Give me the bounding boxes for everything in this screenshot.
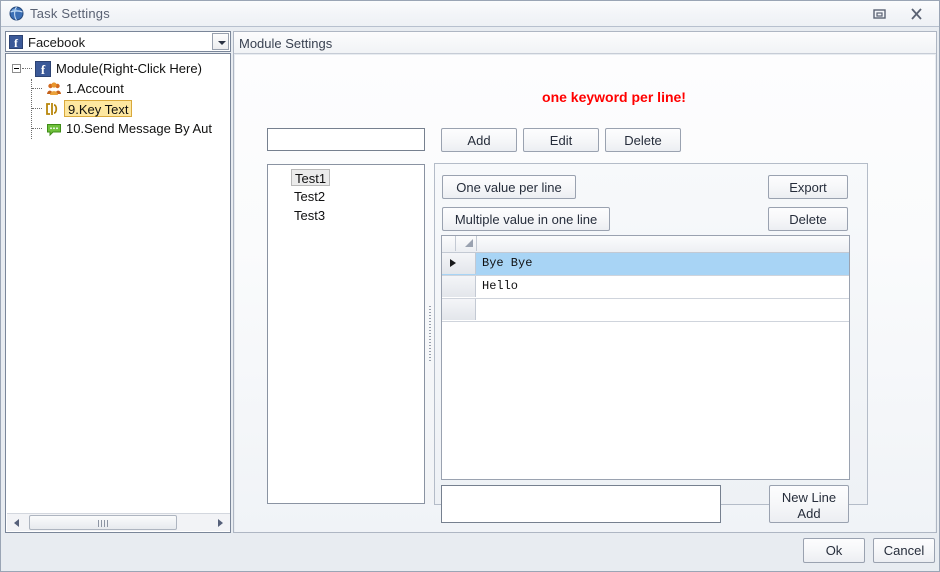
list-item[interactable]: Test1: [291, 169, 330, 186]
title-bar: Task Settings: [1, 1, 939, 27]
tree-item-module[interactable]: f Module(Right-Click Here): [6, 59, 230, 79]
export-button[interactable]: Export: [768, 175, 848, 199]
splitter-handle[interactable]: [425, 164, 434, 504]
scrollbar-thumb[interactable]: [29, 515, 177, 530]
dialog-footer: Ok Cancel: [1, 533, 939, 571]
collapse-icon[interactable]: [12, 64, 21, 73]
keyword-notice-text: one keyword per line!: [542, 89, 686, 105]
module-settings-title: Module Settings: [239, 36, 332, 51]
restore-icon[interactable]: [871, 6, 888, 22]
row-indicator-icon: [442, 253, 476, 274]
tree-connector: [32, 88, 42, 90]
facebook-icon: f: [9, 35, 23, 49]
right-pane: Module Settings one keyword per line! Ad…: [233, 31, 937, 533]
tree-horizontal-scrollbar[interactable]: [7, 513, 231, 531]
row-header: [442, 299, 476, 320]
row-header: [442, 276, 476, 297]
module-tree[interactable]: f Module(Right-Click Here): [5, 53, 231, 533]
list-item[interactable]: Test2: [294, 188, 325, 205]
cancel-button[interactable]: Cancel: [873, 538, 935, 563]
table-row[interactable]: [442, 299, 849, 322]
grid-header-row: [442, 236, 849, 253]
tree-item-label: 1.Account: [66, 79, 124, 99]
edit-button[interactable]: Edit: [523, 128, 599, 152]
triangle-right-icon[interactable]: [212, 514, 229, 531]
keyword-group-list[interactable]: Test1 Test2 Test3: [267, 164, 425, 504]
new-line-add-label-line1: New Line: [782, 490, 836, 505]
tree-item-send-message[interactable]: 10.Send Message By Aut: [6, 119, 230, 139]
list-item[interactable]: Test3: [294, 207, 325, 224]
delete-button[interactable]: Delete: [605, 128, 681, 152]
platform-combobox-value: Facebook: [28, 35, 85, 50]
new-line-add-label-line2: Add: [797, 506, 820, 521]
platform-combobox[interactable]: f Facebook: [5, 31, 231, 52]
cell-value: Bye Bye: [482, 255, 532, 272]
module-settings-content: one keyword per line! Add Edit Delete Te…: [235, 55, 935, 532]
tree-item-label: 10.Send Message By Aut: [66, 119, 212, 139]
table-row[interactable]: Hello: [442, 276, 849, 299]
select-all-icon[interactable]: [456, 236, 477, 251]
tree-item-label: 9.Key Text: [64, 100, 132, 117]
triangle-left-icon[interactable]: [9, 514, 26, 531]
multiple-value-in-one-line-button[interactable]: Multiple value in one line: [442, 207, 610, 231]
new-line-input[interactable]: [441, 485, 721, 523]
delete-value-button[interactable]: Delete: [768, 207, 848, 231]
new-line-add-button[interactable]: New Line Add: [769, 485, 849, 523]
window-title: Task Settings: [30, 6, 110, 21]
message-icon: [46, 121, 62, 137]
key-text-icon: [44, 101, 60, 117]
tree-item-account[interactable]: 1.Account: [6, 79, 230, 99]
cell-value: Hello: [482, 278, 518, 295]
keyword-notice: one keyword per line!: [235, 89, 935, 105]
users-icon: [46, 81, 62, 97]
task-settings-window: Task Settings f Facebook f Mod: [0, 0, 940, 572]
keyword-input[interactable]: [267, 128, 425, 151]
add-button[interactable]: Add: [441, 128, 517, 152]
tree-item-key-text[interactable]: 9.Key Text: [6, 99, 230, 119]
tree-item-label: Module(Right-Click Here): [56, 59, 202, 79]
grip-icon: [98, 520, 108, 527]
ok-button[interactable]: Ok: [803, 538, 865, 563]
chevron-down-icon[interactable]: [212, 33, 229, 50]
tree-connector: [32, 108, 42, 110]
tree-connector: [32, 128, 42, 130]
left-pane: f Facebook f Module(Right-Click Here): [5, 31, 231, 533]
globe-icon: [9, 6, 24, 21]
grid-corner: [442, 236, 456, 251]
table-row[interactable]: Bye Bye: [442, 253, 849, 276]
facebook-icon: f: [35, 61, 51, 77]
grip-icon: [429, 306, 431, 362]
module-settings-header: Module Settings: [234, 32, 936, 54]
grid-empty-area: [442, 322, 849, 479]
close-icon[interactable]: [908, 6, 925, 22]
values-data-grid[interactable]: Bye Bye Hello: [441, 235, 850, 480]
one-value-per-line-button[interactable]: One value per line: [442, 175, 576, 199]
tree-connector: [22, 68, 32, 70]
